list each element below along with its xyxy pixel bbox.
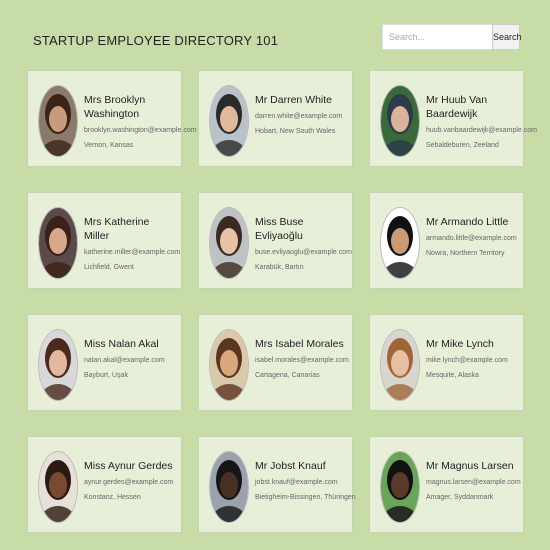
employee-info: Mr Magnus Larsen magnus.larsen@example.co… xyxy=(426,459,521,502)
employee-email: huub.vanbaardewijk@example.com xyxy=(426,127,537,134)
employee-info: Mr Jobst Knauf jobst.knauf@example.com Bie… xyxy=(255,459,356,502)
employee-name: Mrs Brooklyn Washington xyxy=(84,94,146,120)
search-form: Search xyxy=(382,24,522,50)
employee-avatar xyxy=(380,329,420,401)
employee-email: mike.lynch@example.com xyxy=(426,357,508,364)
employee-avatar xyxy=(38,207,78,279)
employee-location: Konstanz, Hessen xyxy=(84,494,141,501)
employee-name: Miss Nalan Akal xyxy=(84,338,159,350)
employee-card[interactable]: Mr Armando Little armando.little@example.… xyxy=(369,192,524,289)
employee-location: Bayburt, Uşak xyxy=(84,372,128,379)
employee-email: brooklyn.washington@example.com xyxy=(84,127,197,134)
employee-location: Hobart, New South Wales xyxy=(255,128,336,135)
employee-name: Miss Aynur Gerdes xyxy=(84,460,173,472)
employee-avatar xyxy=(38,329,78,401)
employee-avatar xyxy=(380,85,420,157)
employee-email: aynur.gerdes@example.com xyxy=(84,479,174,486)
employee-info: Mrs Katherine Miller katherine.miller@exa… xyxy=(84,215,181,272)
employee-location: Sebaldeburen, Zeeland xyxy=(426,142,499,149)
search-button[interactable]: Search xyxy=(492,24,522,50)
page-title: STARTUP EMPLOYEE DIRECTORY 101 xyxy=(33,33,279,48)
employee-info: Mr Armando Little armando.little@example.… xyxy=(426,215,519,258)
employee-info: Mr Mike Lynch mike.lynch@example.com Mesqu… xyxy=(426,337,519,380)
employee-card[interactable]: Miss Aynur Gerdes aynur.gerdes@example.co… xyxy=(27,436,182,533)
employee-info: Mr Darren White darren.white@example.com H… xyxy=(255,93,348,136)
page-header: STARTUP EMPLOYEE DIRECTORY 101 Search xyxy=(0,0,550,70)
employee-location: Nowra, Northern Territory xyxy=(426,250,505,257)
employee-location: Bietigheim-Bissingen, Thüringen xyxy=(255,494,356,501)
employee-card[interactable]: Mrs Katherine Miller katherine.miller@exa… xyxy=(27,192,182,289)
employee-location: Cartagena, Canarias xyxy=(255,372,320,379)
employee-name: Mr Armando Little xyxy=(426,216,509,228)
employee-avatar xyxy=(380,207,420,279)
employee-info: Mrs Brooklyn Washington brooklyn.washingt… xyxy=(84,93,197,150)
employee-name: Mr Huub Van Baardewijk xyxy=(426,94,488,120)
employee-card[interactable]: Mrs Isabel Morales isabel.morales@example… xyxy=(198,314,353,411)
employee-info: Mrs Isabel Morales isabel.morales@example… xyxy=(255,337,349,380)
employee-avatar xyxy=(209,329,249,401)
employee-avatar xyxy=(38,85,78,157)
employee-location: Lichfield, Gwent xyxy=(84,264,134,271)
employee-avatar xyxy=(38,451,78,523)
employee-name: Mr Mike Lynch xyxy=(426,338,494,350)
employee-card[interactable]: Miss Buse Evliyaoğlu buse.evliyaoglu@exam… xyxy=(198,192,353,289)
employee-email: jobst.knauf@example.com xyxy=(255,479,338,486)
employee-email: katherine.miller@example.com xyxy=(84,249,181,256)
employee-email: isabel.morales@example.com xyxy=(255,357,349,364)
employee-card[interactable]: Mrs Brooklyn Washington brooklyn.washingt… xyxy=(27,70,197,167)
employee-location: Karabük, Bartın xyxy=(255,264,304,271)
employee-card[interactable]: Mr Magnus Larsen magnus.larsen@example.co… xyxy=(369,436,524,533)
employee-card[interactable]: Miss Nalan Akal nalan.akal@example.com Bay… xyxy=(27,314,182,411)
employee-email: darren.white@example.com xyxy=(255,113,343,120)
employee-email: nalan.akal@example.com xyxy=(84,357,165,364)
employee-name: Miss Buse Evliyaoğlu xyxy=(255,216,304,242)
employee-card[interactable]: Mr Mike Lynch mike.lynch@example.com Mesqu… xyxy=(369,314,524,411)
employee-avatar xyxy=(209,207,249,279)
employee-info: Miss Nalan Akal nalan.akal@example.com Bay… xyxy=(84,337,177,380)
employee-grid: Mrs Brooklyn Washington brooklyn.washingt… xyxy=(27,70,537,533)
employee-card[interactable]: Mr Huub Van Baardewijk huub.vanbaardewijk… xyxy=(369,70,537,167)
search-input[interactable] xyxy=(382,24,492,50)
employee-avatar xyxy=(209,85,249,157)
employee-avatar xyxy=(209,451,249,523)
employee-name: Mr Darren White xyxy=(255,94,333,106)
employee-avatar xyxy=(380,451,420,523)
employee-name: Mrs Isabel Morales xyxy=(255,338,344,350)
employee-location: Mesquite, Alaska xyxy=(426,372,479,379)
employee-name: Mr Magnus Larsen xyxy=(426,460,514,472)
employee-info: Miss Aynur Gerdes aynur.gerdes@example.co… xyxy=(84,459,177,502)
employee-location: Amager, Syddanmark xyxy=(426,494,494,501)
employee-card[interactable]: Mr Darren White darren.white@example.com H… xyxy=(198,70,353,167)
employee-info: Mr Huub Van Baardewijk huub.vanbaardewijk… xyxy=(426,93,537,150)
employee-email: armando.little@example.com xyxy=(426,235,517,242)
employee-location: Vernon, Kansas xyxy=(84,142,134,149)
employee-info: Miss Buse Evliyaoğlu buse.evliyaoglu@exam… xyxy=(255,215,352,272)
employee-name: Mr Jobst Knauf xyxy=(255,460,326,472)
employee-name: Mrs Katherine Miller xyxy=(84,216,150,242)
employee-card[interactable]: Mr Jobst Knauf jobst.knauf@example.com Bie… xyxy=(198,436,356,533)
employee-email: magnus.larsen@example.com xyxy=(426,479,521,486)
employee-email: buse.evliyaoglu@example.com xyxy=(255,249,352,256)
